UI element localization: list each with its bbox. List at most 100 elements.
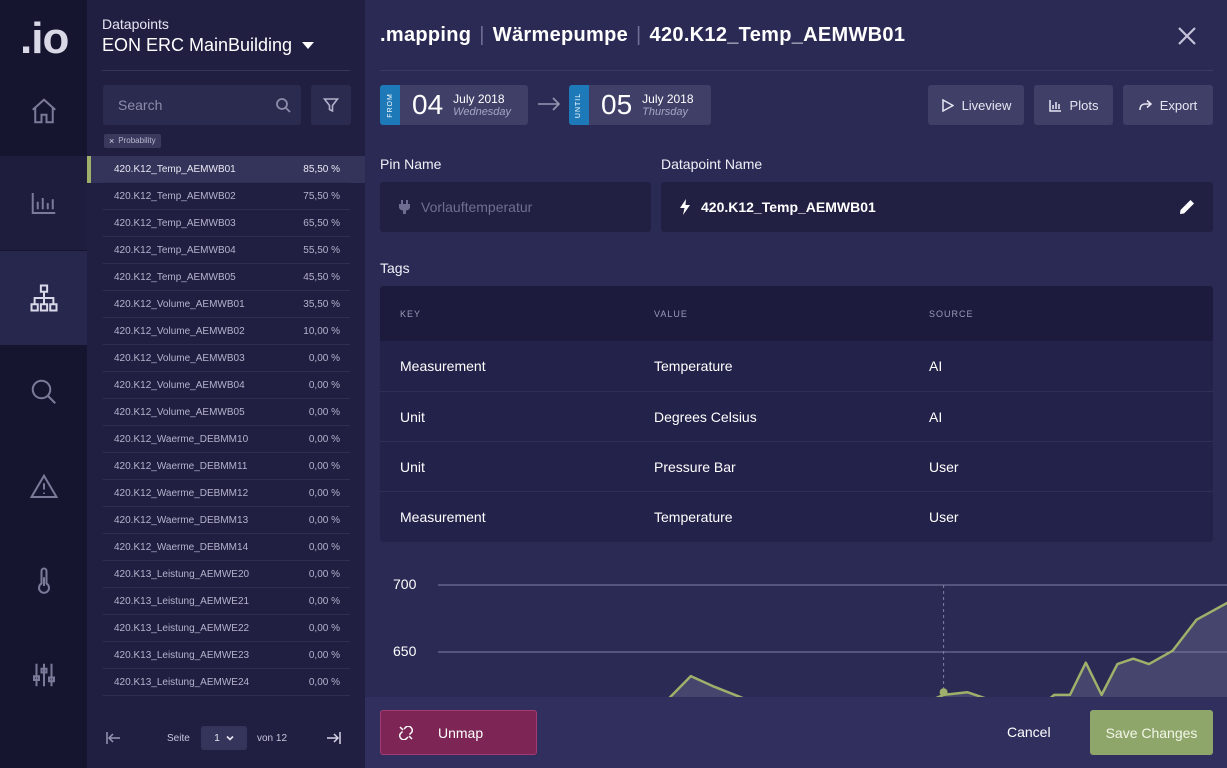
pin-name-value: Vorlauftemperatur	[421, 199, 533, 215]
datapoint-name-field[interactable]: 420.K12_Temp_AEMWB01	[661, 182, 1213, 232]
datapoint-list-panel: Datapoints EON ERC MainBuilding Search ×…	[87, 0, 365, 768]
plots-button[interactable]: Plots	[1034, 85, 1113, 125]
filter-chip[interactable]: × Probability	[104, 134, 161, 148]
filter-button[interactable]	[311, 85, 351, 125]
nav-search[interactable]	[0, 345, 87, 439]
liveview-button[interactable]: Liveview	[928, 85, 1024, 125]
column-source: SOURCE	[929, 308, 974, 319]
list-item[interactable]: 420.K12_Temp_AEMWB05 45,50 %	[87, 264, 365, 291]
probability-value: 55,50 %	[303, 245, 340, 256]
datapoint-label: 420.K12_Temp_AEMWB01	[114, 164, 236, 175]
unmap-label: Unmap	[438, 725, 484, 741]
list-item[interactable]: 420.K12_Temp_AEMWB03 65,50 %	[87, 210, 365, 237]
tags-label: Tags	[380, 260, 410, 276]
probability-value: 0,00 %	[308, 380, 340, 391]
from-date-picker[interactable]: FROM 04 July 2018 Wednesday	[380, 85, 528, 125]
table-body: Measurement Temperature AI Unit Degrees Cels…	[380, 341, 1213, 541]
list-item[interactable]: 420.K12_Volume_AEMWB05 0,00 %	[87, 399, 365, 426]
export-label: Export	[1159, 97, 1198, 113]
list-item[interactable]: 420.K12_Waerme_DEBMM10 0,00 %	[87, 426, 365, 453]
panel-label: Datapoints	[102, 16, 169, 32]
datapoint-label: 420.K12_Waerme_DEBMM12	[114, 488, 249, 499]
list-item[interactable]: 420.K12_Volume_AEMWB04 0,00 %	[87, 372, 365, 399]
table-row[interactable]: Measurement Temperature User	[380, 491, 1213, 541]
thermometer-icon	[37, 567, 50, 594]
title-datapoint: 420.K12_Temp_AEMWB01	[649, 24, 906, 46]
export-button[interactable]: Export	[1123, 85, 1213, 125]
nav-mapping[interactable]	[0, 251, 87, 345]
probability-value: 0,00 %	[308, 650, 340, 661]
datapoint-label: 420.K13_Leistung_AEMWE24	[114, 677, 250, 688]
tag-value: Pressure Bar	[654, 458, 736, 475]
divider	[102, 70, 350, 71]
list-item[interactable]: 420.K13_Leistung_AEMWE20 0,00 %	[87, 561, 365, 588]
tag-value: Degrees Celsius	[654, 408, 757, 425]
pencil-icon	[1180, 200, 1194, 214]
list-item[interactable]: 420.K13_Leistung_AEMWE23 0,00 %	[87, 642, 365, 669]
icon-rail: .io	[0, 0, 87, 768]
datapoint-label: 420.K12_Waerme_DEBMM13	[114, 515, 249, 526]
y-tick-label: 650	[393, 643, 417, 659]
datapoint-label: 420.K12_Volume_AEMWB05	[114, 407, 245, 418]
close-button[interactable]	[1175, 24, 1199, 48]
nav-analytics[interactable]	[0, 156, 87, 250]
list-item[interactable]: 420.K12_Waerme_DEBMM14 0,00 %	[87, 534, 365, 561]
page-select[interactable]: 1	[201, 726, 247, 750]
tag-source: User	[929, 508, 959, 525]
search-icon	[31, 379, 56, 404]
from-tag-label: FROM	[386, 92, 394, 118]
unlink-icon	[399, 726, 413, 740]
pin-name-field: Vorlauftemperatur	[380, 182, 651, 232]
list-item[interactable]: 420.K12_Temp_AEMWB02 75,50 %	[87, 183, 365, 210]
datapoint-label: 420.K12_Waerme_DEBMM14	[114, 542, 249, 553]
list-item[interactable]: 420.K12_Temp_AEMWB01 85,50 %	[87, 156, 365, 183]
list-item[interactable]: 420.K12_Temp_AEMWB04 55,50 %	[87, 237, 365, 264]
home-icon	[31, 98, 56, 124]
list-item[interactable]: 420.K12_Waerme_DEBMM13 0,00 %	[87, 507, 365, 534]
list-item[interactable]: 420.K12_Waerme_DEBMM11 0,00 %	[87, 453, 365, 480]
datapoint-label: 420.K13_Leistung_AEMWE23	[114, 650, 250, 661]
list-item[interactable]: 420.K12_Volume_AEMWB03 0,00 %	[87, 345, 365, 372]
sliders-icon	[32, 663, 55, 687]
probability-value: 0,00 %	[308, 461, 340, 472]
list-item[interactable]: 420.K12_Waerme_DEBMM12 0,00 %	[87, 480, 365, 507]
page-total: von 12	[257, 733, 288, 744]
plug-icon	[399, 200, 410, 214]
nav-alerts[interactable]	[0, 440, 87, 534]
probability-value: 0,00 %	[308, 407, 340, 418]
chart-canvas	[438, 584, 1227, 697]
app-logo[interactable]: .io	[20, 14, 69, 64]
caret-down-icon	[302, 42, 315, 49]
nav-settings[interactable]	[0, 628, 87, 722]
until-date-picker[interactable]: UNTIL 05 July 2018 Thursday	[569, 85, 711, 125]
title-section: .mapping	[380, 24, 472, 46]
edit-button[interactable]	[1179, 199, 1195, 215]
until-month: July 2018	[642, 92, 694, 106]
cancel-button[interactable]: Cancel	[1007, 724, 1051, 740]
search-input[interactable]: Search	[103, 85, 301, 125]
datapoint-name-label: Datapoint Name	[661, 156, 763, 172]
list-item[interactable]: 420.K12_Volume_AEMWB02 10,00 %	[87, 318, 365, 345]
datapoint-chart: 700 650	[380, 566, 1227, 697]
save-changes-button[interactable]: Save Changes	[1090, 710, 1213, 755]
list-item[interactable]: 420.K13_Leistung_AEMWE24 0,00 %	[87, 669, 365, 696]
last-page-icon[interactable]	[326, 730, 342, 746]
until-day: 05	[601, 89, 633, 120]
first-page-icon[interactable]	[105, 730, 121, 746]
column-value: VALUE	[654, 308, 688, 319]
unmap-button[interactable]: Unmap	[380, 710, 537, 755]
table-row[interactable]: Unit Degrees Celsius AI	[380, 391, 1213, 441]
arrow-right-icon	[538, 97, 561, 111]
list-item[interactable]: 420.K13_Leistung_AEMWE22 0,00 %	[87, 615, 365, 642]
table-row[interactable]: Measurement Temperature AI	[380, 341, 1213, 391]
list-item[interactable]: 420.K13_Leistung_AEMWE21 0,00 %	[87, 588, 365, 615]
building-selector[interactable]: EON ERC MainBuilding	[102, 35, 315, 56]
table-row[interactable]: Unit Pressure Bar User	[380, 441, 1213, 491]
list-item[interactable]: 420.K12_Volume_AEMWB01 35,50 %	[87, 291, 365, 318]
nav-home[interactable]	[0, 64, 87, 158]
from-tag: FROM	[380, 85, 400, 125]
until-weekday: Thursday	[642, 106, 689, 118]
probability-value: 35,50 %	[303, 299, 340, 310]
nav-temperature[interactable]	[0, 534, 87, 628]
chip-remove-icon[interactable]: ×	[109, 134, 114, 148]
